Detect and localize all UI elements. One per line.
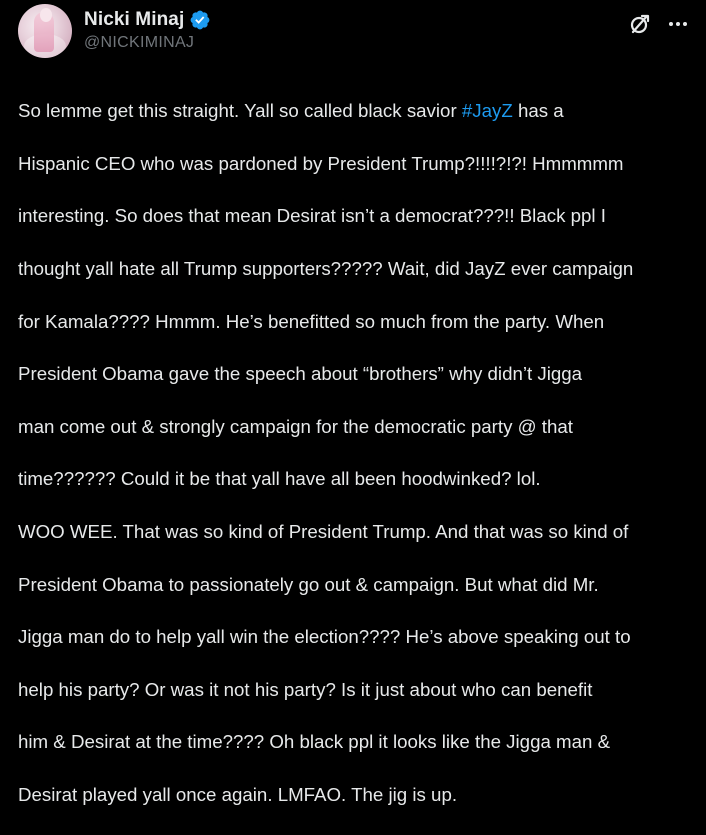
tweet-line: WOO WEE. That was so kind of President T… [18,521,629,543]
author-handle[interactable]: @NICKIMINAJ [84,34,211,52]
verified-badge-icon [190,10,210,30]
avatar[interactable] [18,4,72,58]
display-name-row: Nicki Minaj [84,8,211,32]
tweet-line: time?????? Could it be that yall have al… [18,468,541,490]
tweet-line: President Obama to passionately go out &… [18,573,599,595]
tweet-line: Desirat played yall once again. LMFAO. T… [18,784,458,806]
tweet-line: thought yall hate all Trump supporters??… [18,258,634,280]
tweet-line: man come out & strongly campaign for the… [18,415,573,437]
tweet-line: President Obama gave the speech about “b… [18,363,583,385]
tweet-line: Jigga man do to help yall win the electi… [18,626,631,648]
author-info: Nicki Minaj @NICKIMINAJ [84,8,211,52]
tweet-line-text: So lemme get this straight. Yall so call… [18,100,462,122]
tweet-header: Nicki Minaj @NICKIMINAJ [18,4,690,62]
more-options-icon[interactable] [666,12,690,36]
tweet-line: So lemme get this straight. Yall so call… [18,98,698,124]
hashtag-link[interactable]: #JayZ [462,100,513,121]
author-display-name[interactable]: Nicki Minaj [84,9,184,31]
tweet-card: Nicki Minaj @NICKIMINAJ So lemme get thi… [0,0,706,805]
tweet-actions [628,12,690,36]
tweet-line: him & Desirat at the time???? Oh black p… [18,731,611,753]
grok-icon[interactable] [628,12,652,36]
tweet-line: for Kamala???? Hmmm. He’s benefitted so … [18,310,605,332]
tweet-line: help his party? Or was it not his party?… [18,678,593,700]
tweet-line: Hispanic CEO who was pardoned by Preside… [18,152,624,174]
tweet-line: interesting. So does that mean Desirat i… [18,205,606,227]
tweet-line-text: has a [512,100,564,122]
tweet-text: So lemme get this straight. Yall so call… [18,72,698,835]
